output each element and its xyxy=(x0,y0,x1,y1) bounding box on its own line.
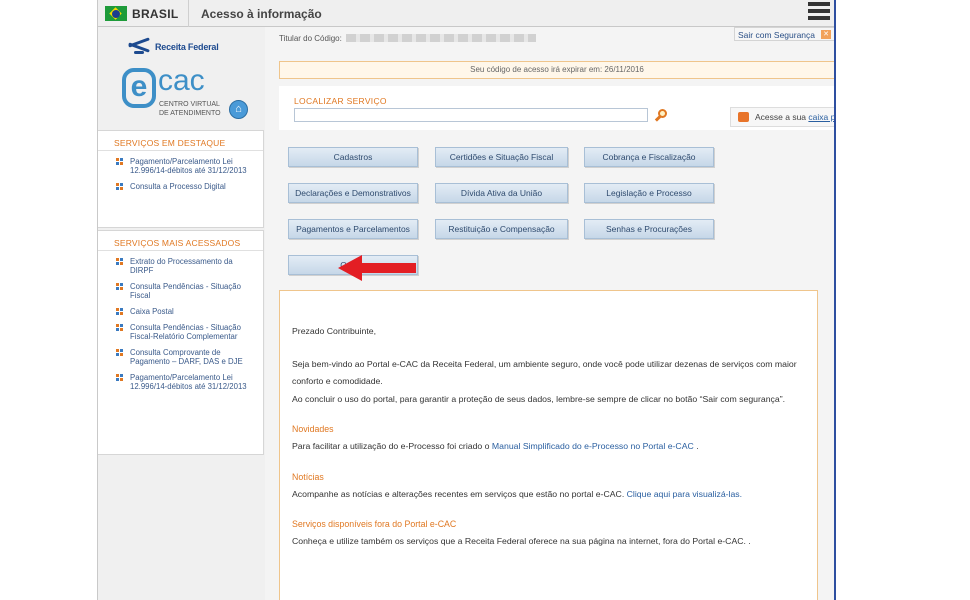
service-button[interactable]: Cadastros xyxy=(288,147,418,167)
list-item[interactable]: Consulta Pendências - Situação Fiscal-Re… xyxy=(116,323,255,341)
novidades-body: Para facilitar a utilização do e-Process… xyxy=(292,441,490,451)
list-item[interactable]: Pagamento/Parcelamento Lei 12.996/14-déb… xyxy=(116,157,255,175)
redacted-code xyxy=(346,34,536,42)
service-button[interactable]: Dívida Ativa da União xyxy=(435,183,568,203)
country-link[interactable]: BRASIL xyxy=(132,7,178,21)
mailbox-prefix: Acesse a sua xyxy=(755,112,807,122)
service-button[interactable]: Cobrança e Fiscalização xyxy=(584,147,714,167)
search-input[interactable] xyxy=(294,108,648,122)
left-sidebar: Receita Federal e cac CENTRO VIRTUAL DE … xyxy=(98,27,265,600)
brazil-flag-icon[interactable] xyxy=(105,6,127,21)
noticias-heading: Notícias xyxy=(292,471,324,482)
ecac-subtitle-line-2: DE ATENDIMENTO xyxy=(159,110,221,117)
service-button[interactable]: Certidões e Situação Fiscal xyxy=(435,147,568,167)
menu-icon[interactable] xyxy=(808,2,830,24)
list-item[interactable]: Extrato do Processamento da DIRPF xyxy=(116,257,255,275)
receita-federal-logo-icon xyxy=(126,37,152,55)
home-icon[interactable]: ⌂ xyxy=(229,100,248,119)
receita-federal-label: Receita Federal xyxy=(155,42,219,52)
service-button[interactable]: Legislação e Processo xyxy=(584,183,714,203)
list-item-label[interactable]: Caixa Postal xyxy=(130,307,174,316)
search-icon[interactable] xyxy=(654,109,668,123)
list-item-label[interactable]: Pagamento/Parcelamento Lei 12.996/14-déb… xyxy=(130,373,247,391)
service-button[interactable]: Restituição e Compensação xyxy=(435,219,568,239)
bullet-icon xyxy=(116,324,123,331)
ecac-subtitle-line-1: CENTRO VIRTUAL xyxy=(159,101,220,108)
featured-services-title: SERVIÇOS EM DESTAQUE xyxy=(98,131,263,151)
novidades-end: . xyxy=(696,441,699,451)
list-item-label[interactable]: Extrato do Processamento da DIRPF xyxy=(130,257,233,275)
list-item[interactable]: Consulta Pendências - Situação Fiscal xyxy=(116,282,255,300)
welcome-text: Seja bem-vindo ao Portal e-CAC da Receit… xyxy=(292,358,797,387)
list-item[interactable]: Consulta Comprovante de Pagamento – DARF… xyxy=(116,348,255,366)
service-button[interactable]: Declarações e Demonstrativos xyxy=(288,183,418,203)
titular-label: Titular do Código: xyxy=(279,34,342,43)
expiry-notice: Seu código de acesso irá expirar em: 26/… xyxy=(279,61,834,79)
list-item-label[interactable]: Pagamento/Parcelamento Lei 12.996/14-déb… xyxy=(130,157,247,175)
novidades-heading: Novidades xyxy=(292,424,334,434)
most-accessed-title: SERVIÇOS MAIS ACESSADOS xyxy=(98,231,263,251)
bullet-icon xyxy=(116,183,123,190)
bullet-icon xyxy=(116,283,123,290)
bullet-icon xyxy=(116,374,123,381)
most-accessed-box: SERVIÇOS MAIS ACESSADOS Extrato do Proce… xyxy=(98,230,264,455)
featured-services-list: Pagamento/Parcelamento Lei 12.996/14-déb… xyxy=(98,151,263,202)
search-label: LOCALIZAR SERVIÇO xyxy=(294,96,387,106)
service-button[interactable]: Pagamentos e Parcelamentos xyxy=(288,219,418,239)
noticias-body: Acompanhe as notícias e alterações recen… xyxy=(292,488,625,499)
noticias-link[interactable]: Clique aqui para visualizá-las. xyxy=(627,489,742,499)
most-accessed-list: Extrato do Processamento da DIRPF Consult… xyxy=(98,251,263,402)
bullet-icon xyxy=(116,349,123,356)
divider xyxy=(188,0,189,27)
list-item-label[interactable]: Consulta Pendências - Situação Fiscal-Re… xyxy=(130,323,241,341)
ecac-logo-e: e xyxy=(122,68,156,108)
list-item-label[interactable]: Consulta Comprovante de Pagamento – DARF… xyxy=(130,348,243,366)
red-arrow-icon xyxy=(338,255,416,281)
service-button[interactable]: Senhas e Procurações xyxy=(584,219,714,239)
receita-federal-logo[interactable]: Receita Federal xyxy=(126,37,219,55)
logout-label: Sair com Segurança xyxy=(738,30,816,40)
list-item-label[interactable]: Consulta Pendências - Situação Fiscal xyxy=(130,282,241,300)
list-item-label[interactable]: Consulta a Processo Digital xyxy=(130,182,226,191)
bullet-icon xyxy=(116,308,123,315)
manual-link[interactable]: Manual Simplificado do e-Processo no Por… xyxy=(492,441,694,451)
mailbox-link[interactable]: caixa p xyxy=(808,112,834,122)
close-icon[interactable]: ✕ xyxy=(821,30,831,39)
novidades-text: Para facilitar a utilização do e-Process… xyxy=(292,438,812,456)
fora-heading: Serviços disponíveis fora do Portal e-CA… xyxy=(292,519,457,529)
list-item[interactable]: Pagamento/Parcelamento Lei 12.996/14-déb… xyxy=(116,373,255,391)
bullet-icon xyxy=(116,258,123,265)
fora-text: Conheça e utilize também os serviços que… xyxy=(292,536,751,546)
ecac-logo[interactable]: e cac CENTRO VIRTUAL DE ATENDIMENTO xyxy=(122,64,222,120)
list-item[interactable]: Consulta a Processo Digital xyxy=(116,182,255,191)
logout-button[interactable]: Sair com Segurança ✕ xyxy=(734,27,834,41)
ecac-subtitle: CENTRO VIRTUAL DE ATENDIMENTO xyxy=(159,100,229,118)
ecac-logo-cac: cac xyxy=(158,64,205,97)
noticias-text: Acompanhe as notícias e alterações recen… xyxy=(292,486,812,504)
mailbox-banner[interactable]: Acesse a sua caixa p xyxy=(730,107,834,127)
access-info-link[interactable]: Acesso à informação xyxy=(201,7,322,21)
reminder-text: Ao concluir o uso do portal, para garant… xyxy=(292,393,786,404)
bullet-icon xyxy=(116,158,123,165)
browser-frame: BRASIL Acesso à informação Receita Feder… xyxy=(97,0,836,600)
greeting-text: Prezado Contribuinte, xyxy=(292,326,377,336)
featured-services-box: SERVIÇOS EM DESTAQUE Pagamento/Parcelame… xyxy=(98,130,264,228)
mail-icon xyxy=(738,112,749,122)
government-bar: BRASIL Acesso à informação xyxy=(98,0,834,27)
welcome-content: Prezado Contribuinte, Seja bem-vindo ao … xyxy=(279,290,818,600)
list-item[interactable]: Caixa Postal xyxy=(116,307,255,316)
